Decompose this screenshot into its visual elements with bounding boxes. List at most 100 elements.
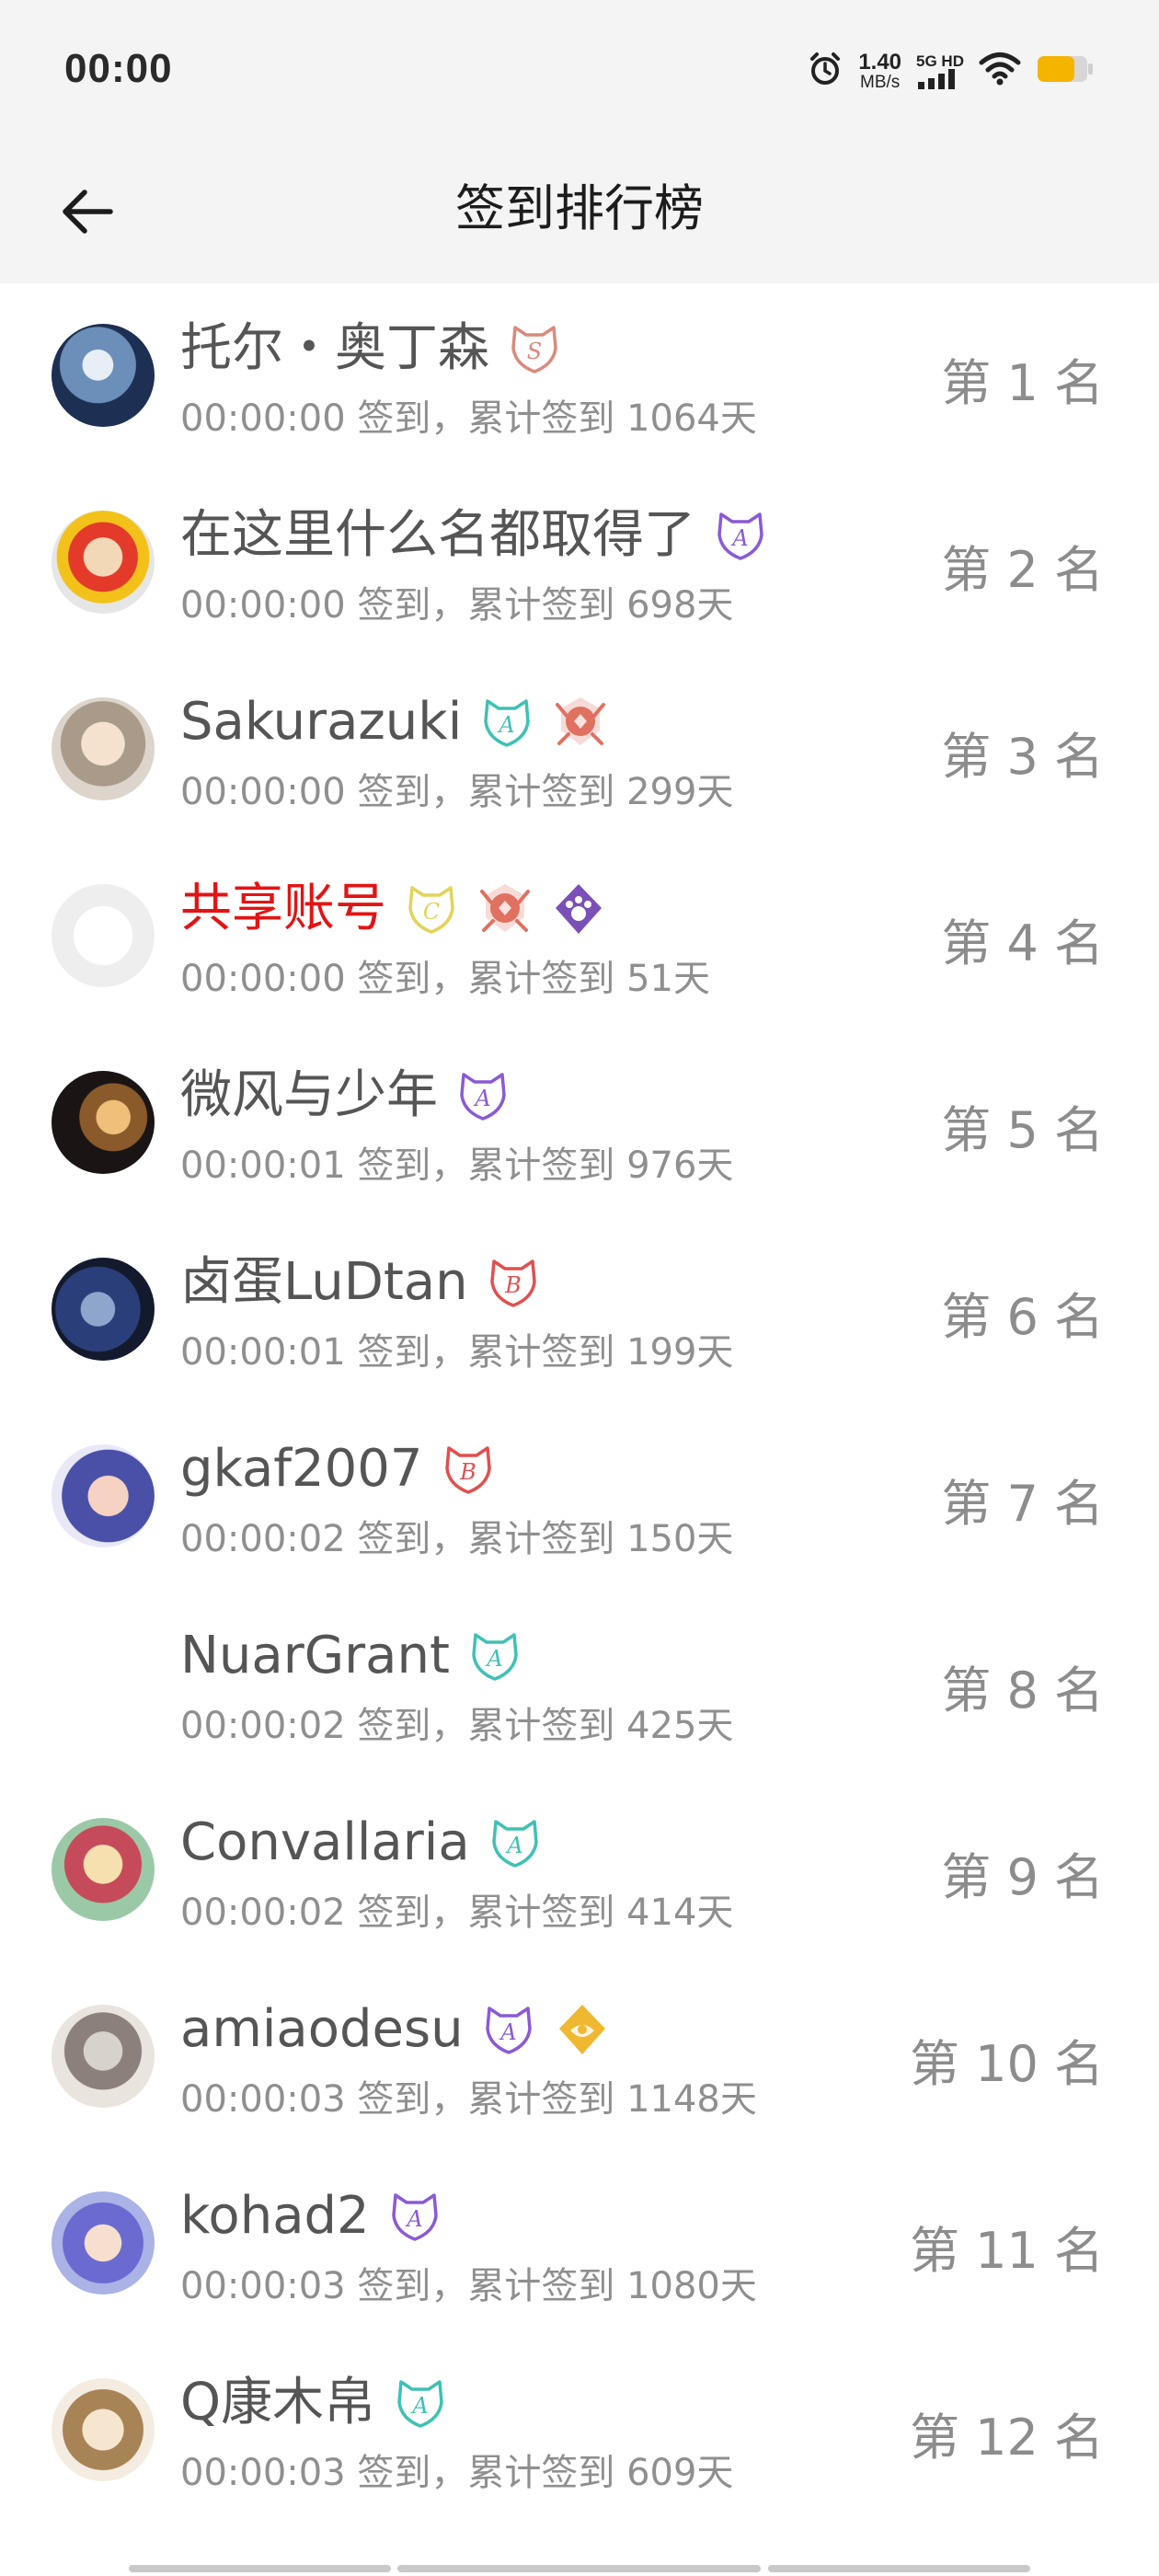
rank-label: 第 12 名	[909, 2409, 1104, 2467]
user-name[interactable]: 托尔・奥丁森	[180, 323, 489, 374]
user-name[interactable]: gkaf2007	[180, 1443, 423, 1495]
svg-text:A: A	[499, 2019, 516, 2045]
badge-b-icon: B	[485, 1254, 542, 1311]
avatar[interactable]	[52, 1818, 155, 1921]
ranking-row[interactable]: 微风与少年 A 00:00:01 签到，累计签到 976天 第 5 名	[0, 1030, 1159, 1217]
badge-a-icon: A	[480, 2001, 537, 2058]
rank-label: 第 1 名	[941, 354, 1104, 412]
avatar[interactable]	[52, 1258, 155, 1361]
avatar[interactable]	[52, 1071, 155, 1174]
ranking-row[interactable]: 在这里什么名都取得了 A 00:00:00 签到，累计签到 698天 第 2 名	[0, 470, 1159, 657]
wifi-icon	[979, 52, 1021, 90]
cell-signal: 5G HD	[916, 53, 964, 89]
ranking-row[interactable]: NuarGrant A 00:00:02 签到，累计签到 425天 第 8 名	[0, 1591, 1159, 1777]
net-speed-unit: MB/s	[860, 72, 901, 92]
checkin-info: 00:00:03 签到，累计签到 1080天	[180, 2265, 757, 2307]
title-bar: 签到排行榜	[0, 138, 1159, 283]
user-name[interactable]: Q康木帛	[180, 2377, 375, 2429]
checkin-info: 00:00:00 签到，累计签到 698天	[180, 584, 734, 627]
badge-a-icon: A	[478, 694, 535, 751]
checkin-info: 00:00:03 签到，累计签到 1148天	[180, 2078, 757, 2121]
badge-a-icon: A	[487, 1814, 544, 1871]
user-name-line: NuarGrant A	[180, 1622, 523, 1690]
ranking-row[interactable]: amiaodesu A 00:00:03 签到，累计签到 1148天 第 10 名	[0, 1964, 1159, 2151]
checkin-info: 00:00:03 签到，累计签到 609天	[180, 2452, 734, 2494]
badge-a-icon: A	[454, 1067, 511, 1124]
badge-c-icon: C	[403, 880, 460, 937]
scroll-indicator-segment	[129, 2565, 391, 2572]
svg-text:A: A	[485, 1646, 502, 1672]
paw-badge-icon	[550, 880, 607, 937]
ranking-row[interactable]: 卤蛋LuDtan B 00:00:01 签到，累计签到 199天 第 6 名	[0, 1217, 1159, 1404]
ranking-row[interactable]: Q康木帛 A 00:00:03 签到，累计签到 609天 第 12 名	[0, 2338, 1159, 2524]
svg-text:B: B	[459, 1459, 476, 1485]
gold-badge-icon	[554, 2001, 611, 2058]
page-title: 签到排行榜	[455, 179, 704, 237]
ranking-row[interactable]: 托尔・奥丁森 S 00:00:00 签到，累计签到 1064天 第 1 名	[0, 283, 1159, 470]
ranking-row[interactable]: gkaf2007 B 00:00:02 签到，累计签到 150天 第 7 名	[0, 1404, 1159, 1591]
rank-label: 第 9 名	[941, 1848, 1104, 1906]
user-name[interactable]: 共享账号	[180, 883, 386, 935]
medal-icon	[476, 880, 534, 937]
rank-label: 第 4 名	[941, 914, 1104, 972]
medal-icon	[552, 694, 609, 751]
checkin-info: 00:00:00 签到，累计签到 299天	[180, 771, 734, 813]
user-name[interactable]: 微风与少年	[180, 1070, 438, 1121]
badge-a-icon: A	[466, 1627, 523, 1685]
user-name-line: amiaodesu A	[180, 1995, 611, 2064]
ranking-row[interactable]: Sakurazuki A 00:00:00 签到，累计签到 299天 第 3 名	[0, 657, 1159, 844]
badge-a-icon: A	[712, 507, 769, 564]
avatar[interactable]	[52, 324, 155, 427]
status-time: 00:00	[64, 46, 173, 91]
rank-label: 第 2 名	[941, 541, 1104, 599]
checkin-info: 00:00:02 签到，累计签到 414天	[180, 1892, 734, 1934]
ranking-row[interactable]: 共享账号 C 00:00:00 签到，累计签到 51天 第 4 名	[0, 844, 1159, 1030]
checkin-info: 00:00:02 签到，累计签到 425天	[180, 1705, 734, 1747]
avatar[interactable]	[52, 2191, 155, 2294]
user-name[interactable]: kohad2	[180, 2191, 370, 2242]
user-name[interactable]: NuarGrant	[180, 1630, 450, 1682]
user-name-line: 托尔・奥丁森 S	[180, 315, 563, 383]
next-row-peek	[0, 2548, 1159, 2576]
avatar[interactable]	[52, 697, 155, 800]
user-name[interactable]: 在这里什么名都取得了	[180, 510, 695, 561]
user-name-line: Q康木帛 A	[180, 2369, 449, 2437]
checkin-info: 00:00:01 签到，累计签到 199天	[180, 1331, 734, 1374]
svg-text:A: A	[410, 2393, 428, 2419]
badge-a-icon: A	[392, 2375, 449, 2432]
user-name[interactable]: amiaodesu	[180, 2004, 464, 2055]
avatar[interactable]	[52, 2378, 155, 2481]
avatar[interactable]	[52, 1444, 155, 1547]
badge-a-icon: A	[386, 2188, 443, 2245]
user-name[interactable]: Convallaria	[180, 1817, 470, 1869]
status-bar: 00:00 1.40 MB/s 5G HD	[0, 0, 1159, 138]
checkin-info: 00:00:00 签到，累计签到 1064天	[180, 397, 757, 440]
user-name-line: gkaf2007 B	[180, 1435, 497, 1503]
avatar[interactable]	[52, 511, 155, 614]
ranking-row[interactable]: kohad2 A 00:00:03 签到，累计签到 1080天 第 11 名	[0, 2151, 1159, 2338]
ranking-row[interactable]: Convallaria A 00:00:02 签到，累计签到 414天 第 9 名	[0, 1777, 1159, 1964]
user-name[interactable]: 卤蛋LuDtan	[180, 1257, 468, 1308]
signal-label: 5G HD	[916, 52, 964, 70]
user-name-line: 卤蛋LuDtan B	[180, 1248, 542, 1317]
user-name-line: Convallaria A	[180, 1809, 544, 1877]
user-name-line: 在这里什么名都取得了 A	[180, 501, 769, 569]
svg-text:A: A	[730, 525, 748, 551]
svg-text:A: A	[505, 1833, 522, 1858]
avatar[interactable]	[52, 884, 155, 987]
scroll-indicator-segment	[397, 2565, 761, 2572]
status-icons: 1.40 MB/s 5G HD	[807, 48, 1095, 94]
svg-text:B: B	[504, 1272, 522, 1298]
user-name-line: 微风与少年 A	[180, 1062, 511, 1130]
net-speed-value: 1.40	[858, 49, 902, 75]
badge-b-icon: B	[440, 1441, 497, 1498]
avatar[interactable]	[52, 1631, 155, 1734]
rank-label: 第 8 名	[941, 1662, 1104, 1719]
rank-label: 第 5 名	[941, 1101, 1104, 1159]
rank-label: 第 10 名	[909, 2035, 1104, 2093]
avatar[interactable]	[52, 2005, 155, 2108]
ranking-list: 托尔・奥丁森 S 00:00:00 签到，累计签到 1064天 第 1 名在这里什么名…	[0, 283, 1159, 2524]
rank-label: 第 3 名	[941, 728, 1104, 786]
user-name[interactable]: Sakurazuki	[180, 696, 462, 748]
checkin-info: 00:00:02 签到，累计签到 150天	[180, 1518, 734, 1560]
